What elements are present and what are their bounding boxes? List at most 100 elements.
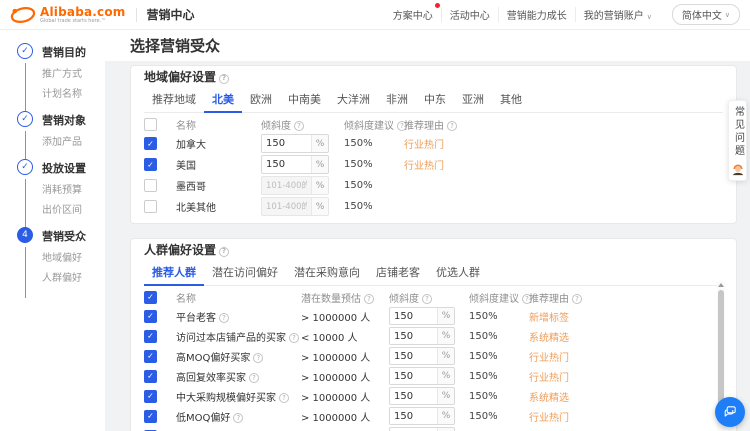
tilt-input-group: % — [389, 427, 455, 431]
select-all-checkbox[interactable] — [144, 118, 157, 131]
chevron-down-icon — [725, 11, 730, 19]
region-tab[interactable]: 北美 — [204, 89, 242, 113]
tilt-input[interactable] — [262, 177, 311, 194]
step-label: 营销目的 — [42, 44, 105, 60]
region-tab[interactable]: 非洲 — [378, 89, 416, 112]
audience-table-row: 平台老客 > 1000000 人 % 150% 新增标签 — [144, 306, 723, 326]
tilt-input-group: % — [261, 155, 329, 174]
region-tab[interactable]: 大洋洲 — [329, 89, 378, 112]
info-icon[interactable] — [447, 121, 457, 131]
wizard-step[interactable]: 2 营销对象 添加产品 — [0, 112, 105, 148]
step-label: 营销对象 — [42, 112, 105, 128]
row-checkbox[interactable] — [144, 330, 157, 343]
region-tab[interactable]: 中东 — [416, 89, 454, 112]
row-checkbox[interactable] — [144, 410, 157, 423]
step-sub-item: 计划名称 — [42, 85, 105, 100]
tilt-input[interactable] — [390, 348, 437, 364]
audience-tab[interactable]: 潜在采购意向 — [286, 262, 368, 285]
chat-button[interactable] — [715, 397, 745, 427]
info-icon[interactable] — [422, 294, 432, 304]
tilt-input[interactable] — [262, 198, 311, 215]
recommend-reason-link[interactable]: 新增标签 — [529, 309, 723, 324]
column-header-reason: 推荐理由 — [529, 290, 723, 305]
recommend-reason-link[interactable]: 行业热门 — [529, 369, 723, 384]
wizard-step[interactable]: 3 投放设置 消耗预算 出价区间 — [0, 160, 105, 216]
row-checkbox[interactable] — [144, 179, 157, 192]
audience-name: 中大采购规模偏好买家 — [176, 389, 301, 404]
audience-tab[interactable]: 潜在访问偏好 — [204, 262, 286, 285]
region-table-row: 加拿大 % 150% 行业热门 — [144, 133, 723, 154]
tilt-input[interactable] — [390, 388, 437, 404]
row-checkbox[interactable] — [144, 370, 157, 383]
audience-tab[interactable]: 店铺老客 — [368, 262, 428, 285]
tilt-input[interactable] — [390, 328, 437, 344]
column-header-name: 名称 — [176, 117, 261, 132]
tilt-input[interactable] — [390, 408, 437, 424]
info-icon[interactable] — [289, 333, 299, 343]
row-checkbox[interactable] — [144, 200, 157, 213]
tilt-suggestion: 150% — [469, 331, 529, 342]
info-icon[interactable] — [364, 294, 374, 304]
region-tab[interactable]: 欧洲 — [242, 89, 280, 112]
recommend-reason-link[interactable]: 系统精选 — [529, 329, 723, 344]
region-tab[interactable]: 其他 — [492, 89, 530, 112]
region-tab[interactable]: 亚洲 — [454, 89, 492, 112]
recommend-reason-link[interactable]: 行业热门 — [529, 409, 723, 424]
info-icon[interactable] — [219, 247, 229, 257]
column-header-reason: 推荐理由 — [404, 117, 723, 132]
recommend-reason-link[interactable]: 行业热门 — [404, 157, 723, 172]
tilt-input[interactable] — [390, 308, 437, 324]
region-name: 北美其他 — [176, 199, 261, 214]
row-checkbox[interactable] — [144, 390, 157, 403]
tilt-input[interactable] — [390, 368, 437, 384]
info-icon[interactable] — [279, 393, 289, 403]
wizard-step[interactable]: 4 营销受众 地域偏好 人群偏好 — [0, 228, 105, 284]
audience-tabs: 推荐人群 潜在访问偏好 潜在采购意向 店铺老客 优选人群 — [144, 262, 723, 286]
info-icon[interactable] — [219, 313, 229, 323]
step-sub-item: 出价区间 — [42, 201, 105, 216]
tilt-input[interactable] — [262, 156, 311, 173]
tilt-input-group: % — [389, 387, 455, 405]
audience-count-estimate: > 1000000 人 — [301, 409, 389, 424]
region-preference-section: 地域偏好设置 推荐地域 北美 欧洲 中南美 大洋洲 非洲 中东 亚洲 其他 — [130, 65, 737, 224]
tilt-input[interactable] — [262, 135, 311, 152]
recommend-reason-link[interactable]: 行业热门 — [404, 136, 723, 151]
audience-tab[interactable]: 推荐人群 — [144, 262, 204, 286]
audience-name: 访问过本店铺产品的买家 — [176, 329, 301, 344]
audience-table-row: 中大采购规模偏好买家 > 1000000 人 % 150% 系统精选 — [144, 386, 723, 406]
step-indicator: 3 — [17, 159, 33, 175]
step-number: 4 — [22, 230, 28, 240]
nav-item[interactable]: 营销能力成长 — [498, 7, 575, 22]
recommend-reason-link[interactable]: 系统精选 — [529, 389, 723, 404]
select-all-checkbox[interactable] — [144, 291, 157, 304]
wizard-step[interactable]: 1 营销目的 推广方式 计划名称 — [0, 44, 105, 100]
scroll-up-arrow-icon[interactable] — [718, 283, 724, 287]
info-icon[interactable] — [233, 413, 243, 423]
row-checkbox[interactable] — [144, 158, 157, 171]
audience-count-estimate: > 1000000 人 — [301, 369, 389, 384]
row-checkbox[interactable] — [144, 350, 157, 363]
info-icon[interactable] — [249, 373, 259, 383]
info-icon[interactable] — [294, 121, 304, 131]
nav-item[interactable]: 活动中心 — [441, 7, 498, 22]
audience-tab[interactable]: 优选人群 — [428, 262, 488, 285]
info-icon[interactable] — [253, 353, 263, 363]
info-icon[interactable] — [219, 74, 229, 84]
region-tab[interactable]: 中南美 — [280, 89, 329, 112]
info-icon[interactable] — [572, 294, 582, 304]
nav-item[interactable]: 方案中心 — [385, 7, 441, 22]
row-checkbox[interactable] — [144, 310, 157, 323]
scrollbar-thumb[interactable] — [718, 290, 724, 408]
region-tab[interactable]: 推荐地域 — [144, 89, 204, 112]
brand-name: Alibaba.com — [40, 6, 126, 18]
alibaba-logo[interactable]: Alibaba.com Global trade starts here.™ — [10, 6, 126, 24]
step-sub-item: 推广方式 — [42, 65, 105, 80]
row-checkbox[interactable] — [144, 137, 157, 150]
faq-floating-tab[interactable]: 常见问题 — [728, 100, 747, 181]
brand-tagline: Global trade starts here.™ — [40, 19, 126, 24]
audience-table-row: 低MOQ偏好 > 1000000 人 % 150% 行业热门 — [144, 406, 723, 426]
recommend-reason-link[interactable]: 行业热门 — [529, 349, 723, 364]
nav-item[interactable]: 我的营销账户 — [575, 7, 660, 22]
audience-count-estimate: > 1000000 人 — [301, 349, 389, 364]
language-selector[interactable]: 简体中文 — [672, 4, 740, 25]
